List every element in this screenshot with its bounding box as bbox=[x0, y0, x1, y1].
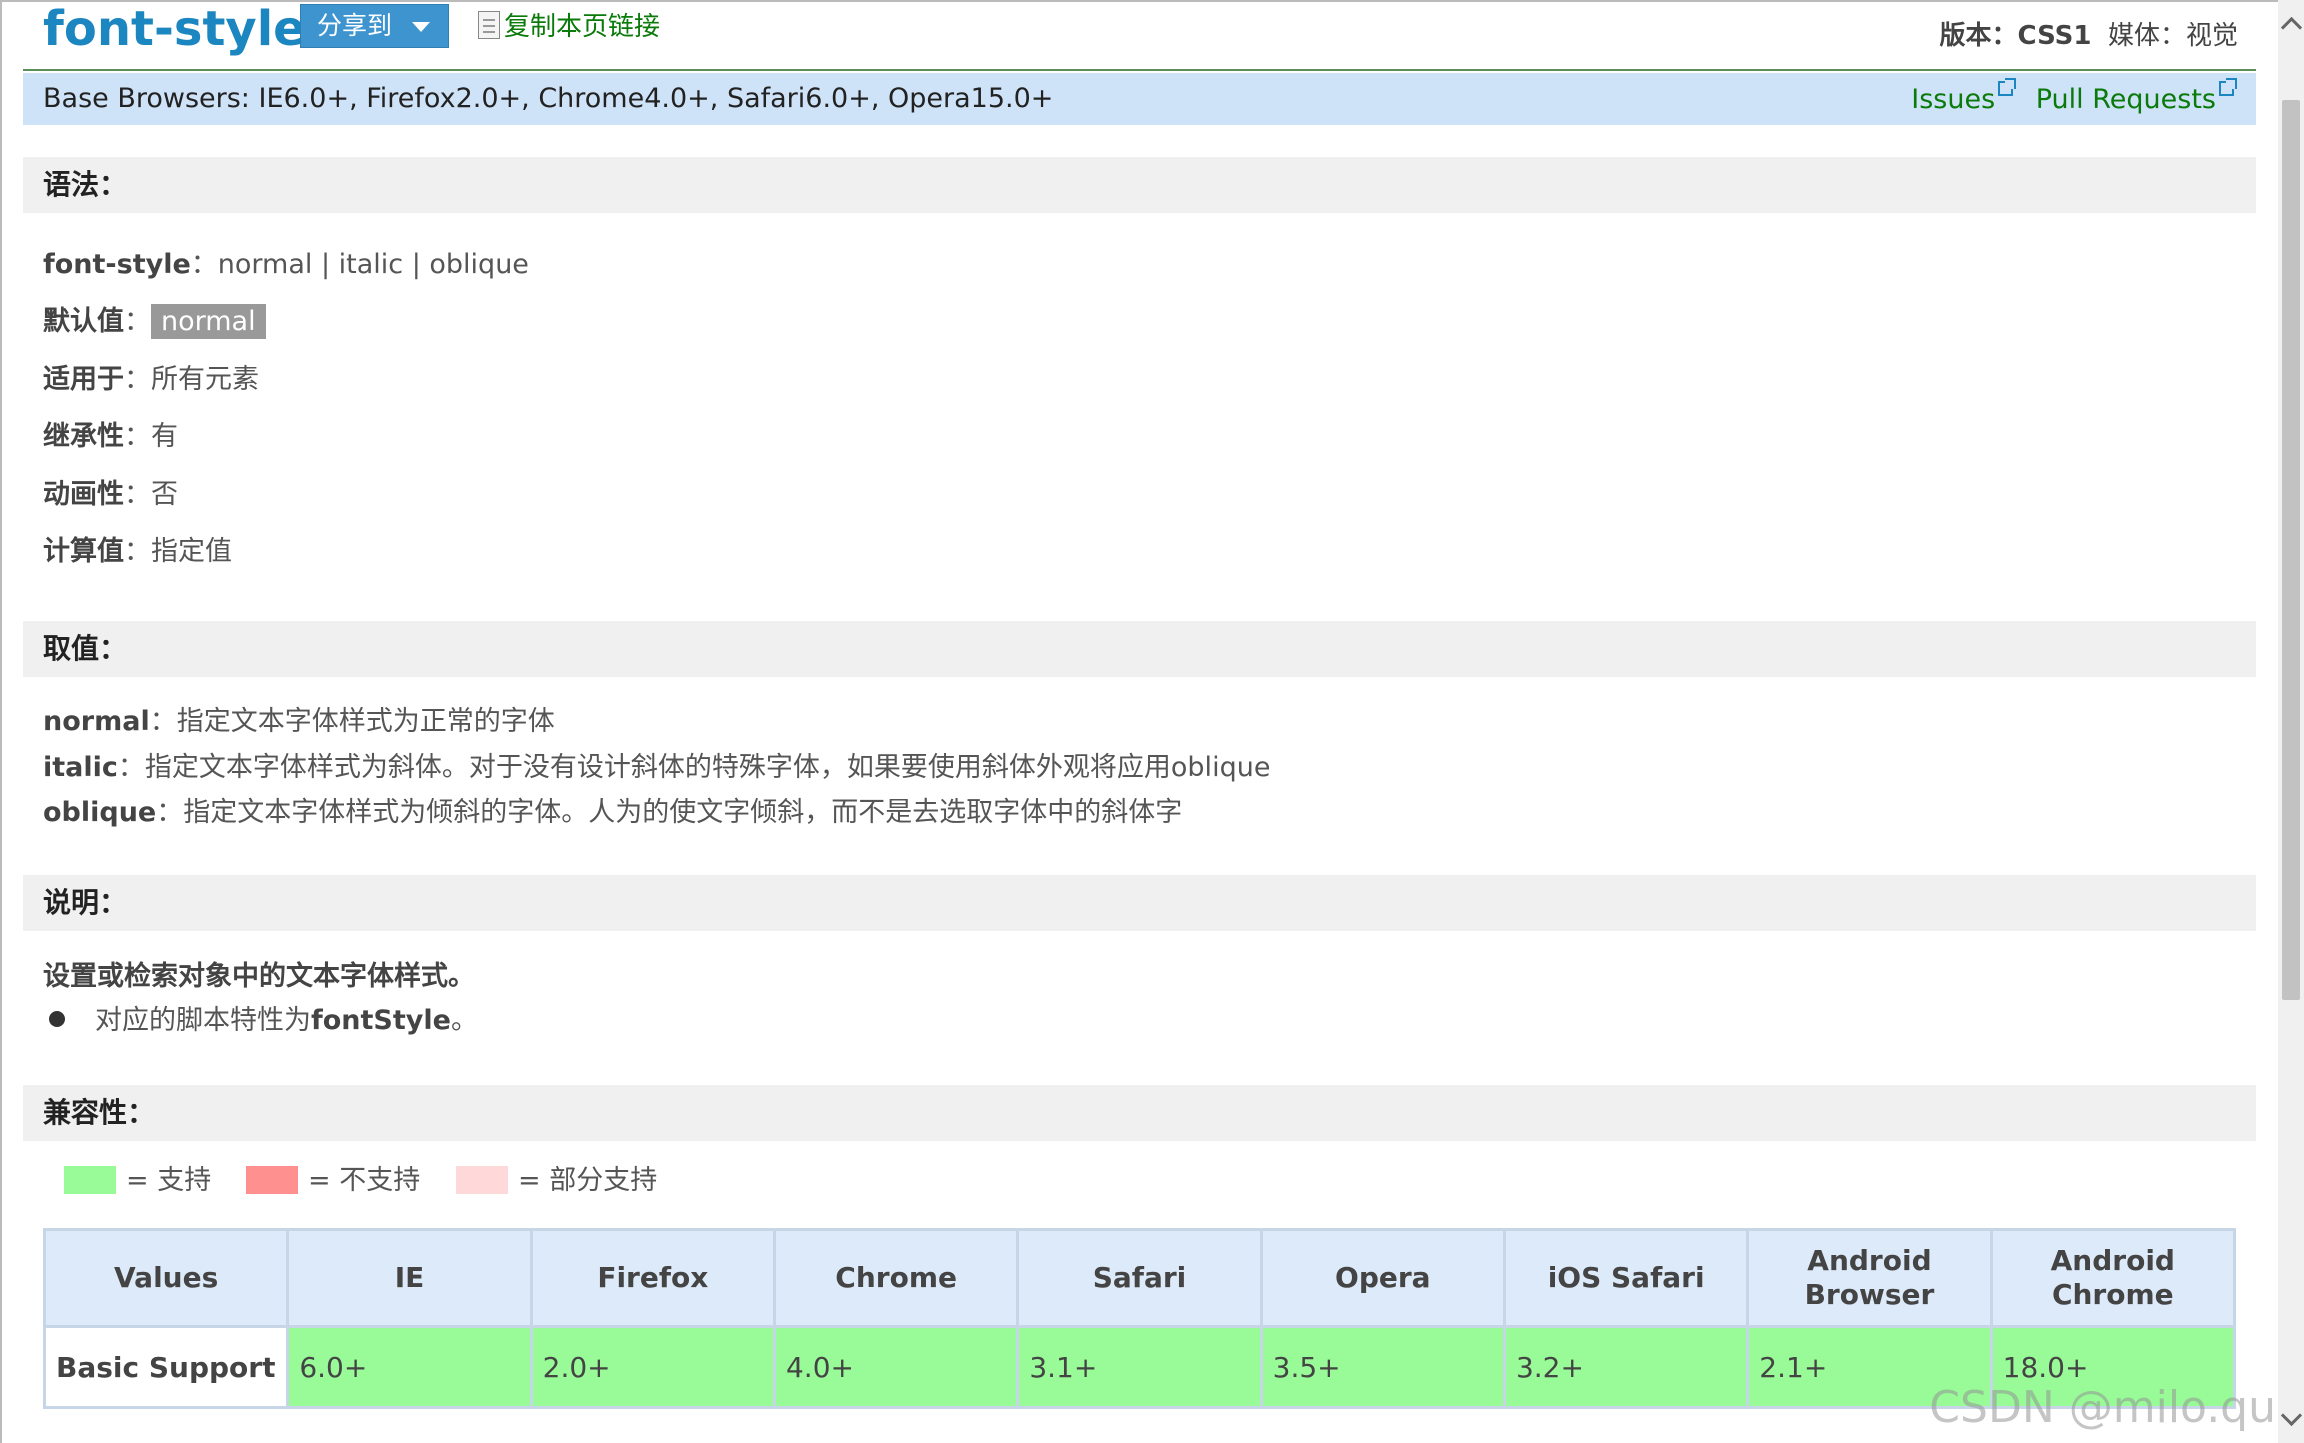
default-row: 默认值： normal bbox=[43, 303, 266, 341]
base-browsers-bar: Base Browsers: IE6.0+, Firefox2.0+, Chro… bbox=[23, 73, 2256, 125]
column-header: Chrome bbox=[772, 1228, 1020, 1328]
media-label: 媒体：视觉 bbox=[2107, 21, 2238, 51]
document-icon bbox=[478, 11, 500, 39]
description-bullet: 对应的脚本特性为fontStyle。 bbox=[43, 1002, 478, 1040]
section-heading: 说明： bbox=[43, 886, 128, 919]
external-link-icon bbox=[1998, 78, 2017, 96]
value-item: normal：指定文本字体样式为正常的字体 bbox=[43, 703, 555, 741]
support-cell: 2.0+ bbox=[529, 1325, 776, 1409]
value-desc: ：指定文本字体样式为正常的字体 bbox=[149, 706, 555, 737]
default-value-badge: normal bbox=[151, 304, 266, 339]
value-item: oblique：指定文本字体样式为倾斜的字体。人为的使文字倾斜，而不是去选取字体… bbox=[43, 794, 1182, 832]
computed-row: 计算值：指定值 bbox=[43, 533, 232, 571]
applies-key: 适用于 bbox=[43, 364, 124, 395]
legend-label: = 部分支持 bbox=[518, 1165, 658, 1196]
inherit-value: ：有 bbox=[124, 421, 178, 452]
computed-value: ：指定值 bbox=[124, 536, 232, 567]
legend-swatch bbox=[64, 1166, 116, 1194]
version-info: 版本：CSS1 媒体：视觉 bbox=[1940, 16, 2239, 56]
applies-value: ：所有元素 bbox=[124, 364, 259, 395]
default-key: 默认值 bbox=[43, 306, 124, 337]
column-header: Android Chrome bbox=[1989, 1228, 2237, 1328]
support-cell: 6.0+ bbox=[286, 1325, 533, 1409]
copy-link[interactable]: 复制本页链接 bbox=[478, 8, 660, 46]
value-key: oblique bbox=[43, 797, 157, 828]
issues-link[interactable]: Issues bbox=[1911, 78, 2017, 115]
value-item: italic：指定文本字体样式为斜体。对于没有设计斜体的特殊字体，如果要使用斜体… bbox=[43, 749, 1270, 787]
legend-label: = 不支持 bbox=[308, 1165, 421, 1196]
bullet-suffix: 。 bbox=[450, 1005, 478, 1036]
issues-label: Issues bbox=[1911, 84, 1996, 115]
version-label: 版本： bbox=[1939, 21, 2018, 51]
share-button[interactable]: 分享到 bbox=[300, 4, 449, 48]
scroll-down-icon[interactable] bbox=[2280, 1404, 2303, 1427]
prop-name: font-style bbox=[43, 249, 191, 280]
value-desc: ：指定文本字体样式为倾斜的字体。人为的使文字倾斜，而不是去选取字体中的斜体字 bbox=[156, 797, 1183, 828]
base-browsers-text: Base Browsers: IE6.0+, Firefox2.0+, Chro… bbox=[43, 83, 1054, 114]
legend-swatch bbox=[456, 1166, 508, 1194]
value-key: normal bbox=[43, 706, 150, 737]
legend-swatch bbox=[246, 1166, 298, 1194]
chevron-down-icon bbox=[412, 22, 430, 32]
animation-value: ：否 bbox=[124, 479, 178, 510]
inherit-row: 继承性：有 bbox=[43, 418, 178, 456]
page-title: font-style bbox=[43, 1, 306, 57]
section-description: 说明： bbox=[23, 875, 2256, 931]
external-link-icon bbox=[2219, 78, 2237, 96]
bullet-icon bbox=[49, 1011, 65, 1027]
description-text: 设置或检索对象中的文本字体样式。 bbox=[43, 961, 475, 992]
legend-supported: = 支持 bbox=[64, 1162, 211, 1200]
applies-row: 适用于：所有元素 bbox=[43, 361, 259, 399]
compat-table: Values IE Firefox Chrome Safari Opera iO… bbox=[42, 1228, 2237, 1409]
column-header: Android Browser bbox=[1746, 1228, 1993, 1328]
vertical-scrollbar[interactable] bbox=[2278, 0, 2304, 1443]
legend-unsupported: = 不支持 bbox=[246, 1162, 420, 1200]
column-header: Opera bbox=[1259, 1228, 1506, 1328]
legend-label: = 支持 bbox=[126, 1165, 212, 1196]
animation-row: 动画性：否 bbox=[43, 476, 178, 514]
pull-requests-link[interactable]: Pull Requests bbox=[2035, 78, 2237, 115]
pull-requests-label: Pull Requests bbox=[2035, 84, 2216, 115]
section-heading: 语法： bbox=[43, 168, 128, 201]
value-desc: ：指定文本字体样式为斜体。对于没有设计斜体的特殊字体，如果要使用斜体外观将应用o… bbox=[117, 752, 1271, 783]
section-syntax: 语法： bbox=[23, 157, 2256, 213]
version-value: CSS1 bbox=[2017, 21, 2092, 51]
header-divider bbox=[23, 69, 2256, 71]
copy-link-label: 复制本页链接 bbox=[504, 12, 661, 42]
watermark: CSDN @milo.qu bbox=[1929, 1382, 2276, 1433]
share-label: 分享到 bbox=[317, 11, 393, 40]
repo-links: Issues Pull Requests bbox=[1897, 78, 2237, 118]
animation-key: 动画性 bbox=[43, 479, 124, 510]
table-header-row: Values IE Firefox Chrome Safari Opera iO… bbox=[42, 1228, 2237, 1328]
column-header: Values bbox=[42, 1228, 290, 1328]
support-cell: 3.1+ bbox=[1016, 1325, 1263, 1409]
column-header: Firefox bbox=[529, 1228, 776, 1328]
bullet-prefix: 对应的脚本特性为 bbox=[95, 1005, 311, 1036]
section-values: 取值： bbox=[23, 621, 2256, 677]
table-row: Basic Support 6.0+ 2.0+ 4.0+ 3.1+ 3.5+ 3… bbox=[42, 1325, 2237, 1409]
section-heading: 取值： bbox=[43, 632, 128, 665]
scroll-up-icon[interactable] bbox=[2280, 16, 2303, 39]
prop-values: ：normal | italic | oblique bbox=[190, 249, 529, 280]
section-heading: 兼容性： bbox=[43, 1096, 156, 1129]
support-cell: 4.0+ bbox=[772, 1325, 1020, 1409]
column-header: IE bbox=[286, 1228, 533, 1328]
column-header: iOS Safari bbox=[1502, 1228, 1750, 1328]
value-key: italic bbox=[43, 752, 118, 783]
column-header: Safari bbox=[1016, 1228, 1263, 1328]
syntax-row: font-style：normal | italic | oblique bbox=[43, 246, 529, 284]
bullet-key: fontStyle bbox=[311, 1005, 451, 1036]
inherit-key: 继承性 bbox=[43, 421, 124, 452]
scroll-thumb[interactable] bbox=[2282, 100, 2300, 1000]
computed-key: 计算值 bbox=[43, 536, 124, 567]
support-cell: 3.5+ bbox=[1259, 1325, 1506, 1409]
legend-partial: = 部分支持 bbox=[456, 1162, 657, 1200]
row-label: Basic Support bbox=[42, 1325, 290, 1409]
section-compat: 兼容性： bbox=[23, 1085, 2256, 1141]
support-cell: 3.2+ bbox=[1502, 1325, 1750, 1409]
